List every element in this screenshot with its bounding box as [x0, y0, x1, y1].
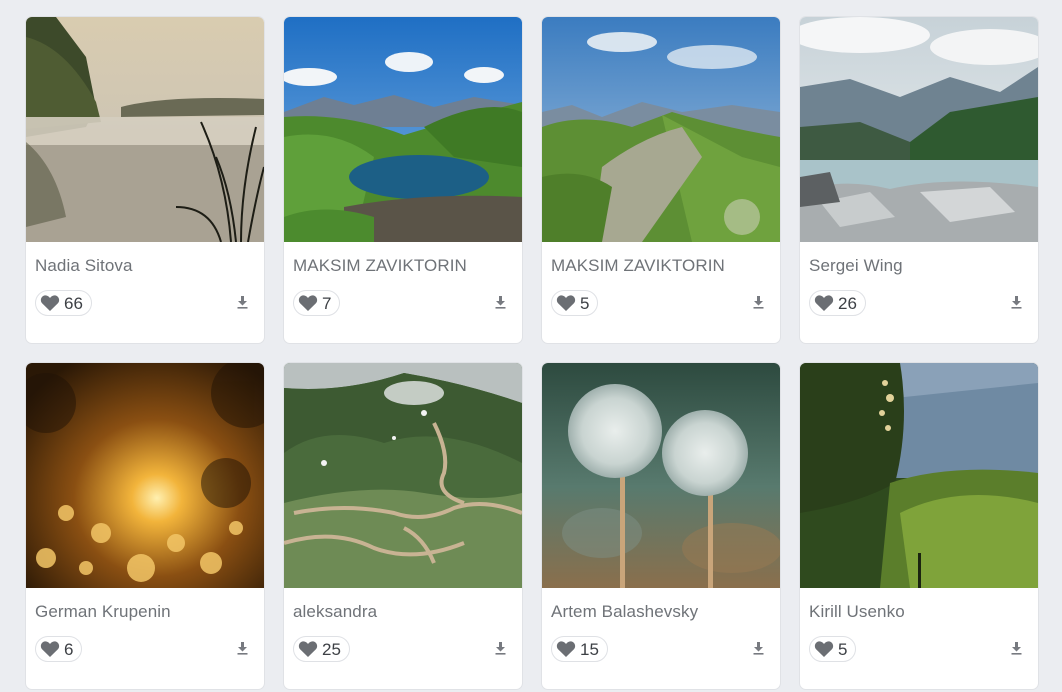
- sunset-dandelions-photo[interactable]: [26, 363, 264, 588]
- green-ridge-photo[interactable]: [542, 17, 780, 242]
- author-name[interactable]: Kirill Usenko: [809, 602, 905, 622]
- forest-lake-photo[interactable]: [800, 363, 1038, 588]
- author-name[interactable]: MAKSIM ZAVIKTORIN: [551, 256, 725, 276]
- heart-icon: [556, 641, 576, 657]
- download-icon[interactable]: [753, 296, 764, 309]
- heart-icon: [556, 295, 576, 311]
- download-icon[interactable]: [237, 296, 248, 309]
- like-button[interactable]: 15: [551, 636, 608, 662]
- photo-card[interactable]: Nadia Sitova 66: [26, 17, 264, 343]
- like-count: 5: [580, 293, 590, 313]
- photo-card[interactable]: Artem Balashevsky 15: [542, 363, 780, 689]
- like-count: 26: [838, 293, 857, 313]
- dandelion-pair-photo[interactable]: [542, 363, 780, 588]
- photo-card[interactable]: Kirill Usenko 5: [800, 363, 1038, 689]
- download-icon[interactable]: [753, 642, 764, 655]
- photo-card[interactable]: Sergei Wing 26: [800, 17, 1038, 343]
- download-icon[interactable]: [495, 296, 506, 309]
- heart-icon: [40, 295, 60, 311]
- photo-grid: Nadia Sitova 66 MAKSIM ZAVIKTORIN 7 MAKS…: [26, 17, 1038, 689]
- like-count: 6: [64, 639, 74, 659]
- like-button[interactable]: 25: [293, 636, 350, 662]
- like-button[interactable]: 7: [293, 290, 341, 316]
- photo-card[interactable]: MAKSIM ZAVIKTORIN 7: [284, 17, 522, 343]
- like-button[interactable]: 5: [809, 636, 857, 662]
- like-count: 7: [322, 293, 332, 313]
- like-button[interactable]: 26: [809, 290, 866, 316]
- like-button[interactable]: 5: [551, 290, 599, 316]
- photo-card[interactable]: MAKSIM ZAVIKTORIN 5: [542, 17, 780, 343]
- river-rocks-photo[interactable]: [800, 17, 1038, 242]
- heart-icon: [298, 295, 318, 311]
- like-count: 66: [64, 293, 83, 313]
- heart-icon: [814, 295, 834, 311]
- download-icon[interactable]: [1011, 296, 1022, 309]
- like-button[interactable]: 66: [35, 290, 92, 316]
- heart-icon: [814, 641, 834, 657]
- photo-card[interactable]: aleksandra 25: [284, 363, 522, 689]
- mountain-roads-photo[interactable]: [284, 363, 522, 588]
- author-name[interactable]: Nadia Sitova: [35, 256, 133, 276]
- like-button[interactable]: 6: [35, 636, 83, 662]
- heart-icon: [40, 641, 60, 657]
- photo-card[interactable]: German Krupenin 6: [26, 363, 264, 689]
- author-name[interactable]: aleksandra: [293, 602, 377, 622]
- heart-icon: [298, 641, 318, 657]
- misty-river-photo[interactable]: [26, 17, 264, 242]
- download-icon[interactable]: [1011, 642, 1022, 655]
- like-count: 15: [580, 639, 599, 659]
- like-count: 5: [838, 639, 848, 659]
- author-name[interactable]: Sergei Wing: [809, 256, 903, 276]
- download-icon[interactable]: [495, 642, 506, 655]
- author-name[interactable]: German Krupenin: [35, 602, 171, 622]
- like-count: 25: [322, 639, 341, 659]
- mountain-lake-photo[interactable]: [284, 17, 522, 242]
- author-name[interactable]: Artem Balashevsky: [551, 602, 698, 622]
- author-name[interactable]: MAKSIM ZAVIKTORIN: [293, 256, 467, 276]
- download-icon[interactable]: [237, 642, 248, 655]
